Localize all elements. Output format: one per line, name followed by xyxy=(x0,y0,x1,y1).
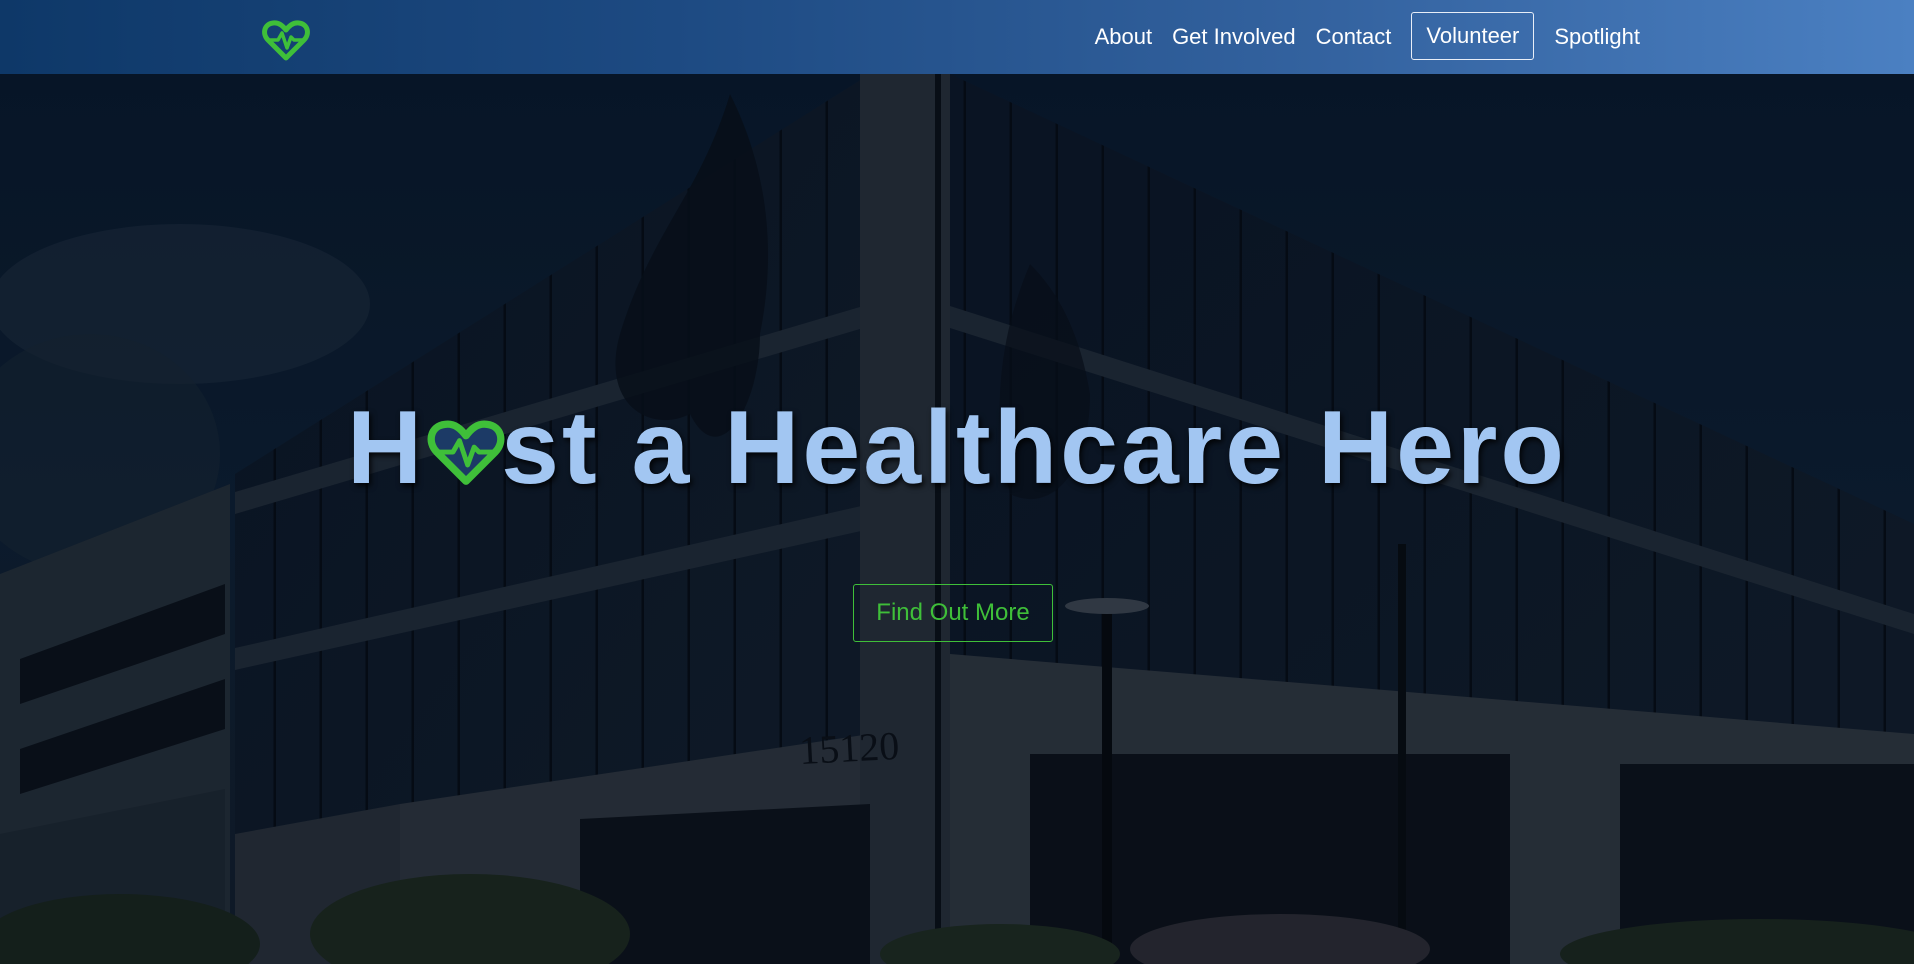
nav-link-spotlight[interactable]: Spotlight xyxy=(1554,24,1640,50)
top-navbar: About Get Involved Contact Volunteer Spo… xyxy=(0,0,1914,74)
volunteer-button[interactable]: Volunteer xyxy=(1411,12,1535,60)
hero-title-suffix: st a Healthcare Hero xyxy=(501,389,1567,506)
hero-title: H st a Healthcare Hero xyxy=(0,380,1914,508)
hero-dark-overlay xyxy=(0,74,1914,964)
heart-pulse-icon[interactable] xyxy=(262,18,310,62)
nav-link-contact[interactable]: Contact xyxy=(1316,24,1392,50)
nav-link-get-involved[interactable]: Get Involved xyxy=(1172,24,1296,50)
nav-links: About Get Involved Contact Volunteer Spo… xyxy=(1075,0,1640,74)
page: About Get Involved Contact Volunteer Spo… xyxy=(0,0,1914,964)
find-out-more-button[interactable]: Find Out More xyxy=(853,584,1053,642)
nav-link-about[interactable]: About xyxy=(1095,24,1153,50)
hero-title-prefix: H xyxy=(347,389,426,506)
heart-pulse-icon xyxy=(427,420,505,485)
